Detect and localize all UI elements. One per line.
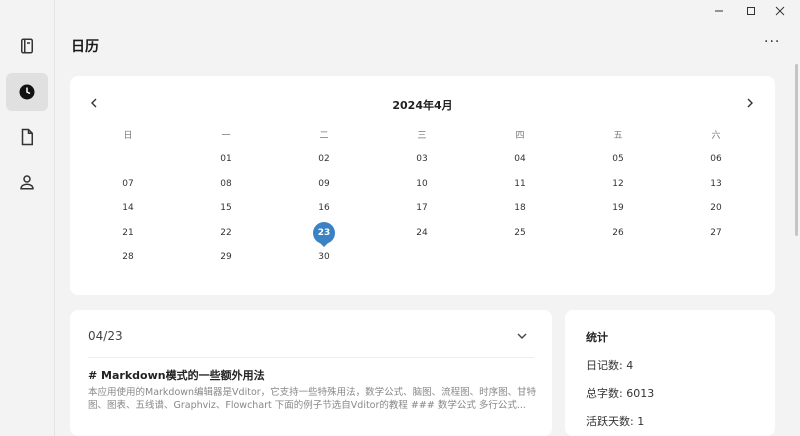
calendar-day[interactable]: 20 bbox=[696, 201, 736, 215]
calendar-day[interactable]: 28 bbox=[108, 250, 148, 264]
stats-title: 统计 bbox=[586, 331, 608, 344]
sidebar bbox=[0, 0, 55, 436]
calendar-day[interactable]: 19 bbox=[598, 201, 638, 215]
calendar-day[interactable]: 30 bbox=[304, 250, 344, 264]
stat-entry-count: 日记数: 4 bbox=[586, 359, 634, 372]
stat-word-count: 总字数: 6013 bbox=[586, 387, 655, 400]
calendar-day[interactable]: 08 bbox=[206, 177, 246, 191]
stat-active-days: 活跃天数: 1 bbox=[586, 415, 645, 428]
entry-preview: 本应用使用的Markdown编辑器是Vditor，它支持一些特殊用法，数学公式、… bbox=[88, 387, 537, 411]
calendar-day[interactable]: 13 bbox=[696, 177, 736, 191]
user-icon bbox=[20, 175, 34, 190]
sidebar-item-user[interactable] bbox=[6, 163, 48, 201]
calendar-day[interactable]: 10 bbox=[402, 177, 442, 191]
calendar-day[interactable]: 02 bbox=[304, 152, 344, 166]
calendar-day[interactable]: 03 bbox=[402, 152, 442, 166]
sidebar-item-calendar[interactable] bbox=[6, 73, 48, 111]
stats-card: 统计 日记数: 4 总字数: 6013 活跃天数: 1 bbox=[565, 310, 775, 436]
selected-day-pointer bbox=[320, 242, 328, 247]
weekday-label: 四 bbox=[515, 131, 525, 141]
scrollbar[interactable] bbox=[795, 64, 798, 236]
calendar-day[interactable]: 18 bbox=[500, 201, 540, 215]
calendar-day[interactable]: 06 bbox=[696, 152, 736, 166]
calendar-day[interactable]: 22 bbox=[206, 226, 246, 240]
calendar-day[interactable]: 26 bbox=[598, 226, 638, 240]
next-month-button[interactable] bbox=[741, 94, 759, 112]
entry-date: 04/23 bbox=[88, 329, 123, 343]
calendar-day[interactable]: 17 bbox=[402, 201, 442, 215]
maximize-icon bbox=[747, 7, 755, 15]
calendar-day[interactable]: 15 bbox=[206, 201, 246, 215]
divider bbox=[88, 357, 534, 358]
sidebar-item-file[interactable] bbox=[6, 118, 48, 156]
diary-entry-card[interactable]: 04/23 # Markdown模式的一些额外用法 本应用使用的Markdown… bbox=[70, 310, 552, 436]
calendar-card: 2024年4月 日 一 二 三 四 五 六 01 02 03 04 05 06 07 08 09 10 11 12 1… bbox=[70, 76, 775, 295]
weekday-label: 一 bbox=[221, 131, 231, 141]
calendar-day[interactable]: 04 bbox=[500, 152, 540, 166]
weekday-label: 六 bbox=[711, 131, 721, 141]
close-icon bbox=[775, 6, 785, 16]
notebook-icon bbox=[21, 38, 33, 54]
calendar-day[interactable]: 05 bbox=[598, 152, 638, 166]
weekday-label: 日 bbox=[123, 131, 133, 141]
close-button[interactable] bbox=[761, 0, 799, 22]
calendar-day[interactable]: 25 bbox=[500, 226, 540, 240]
calendar-day[interactable]: 11 bbox=[500, 177, 540, 191]
calendar-day[interactable]: 07 bbox=[108, 177, 148, 191]
chevron-right-icon bbox=[747, 98, 753, 108]
calendar-day[interactable]: 01 bbox=[206, 152, 246, 166]
page-title: 日历 bbox=[71, 39, 99, 55]
file-icon bbox=[21, 128, 33, 146]
calendar-day[interactable]: 29 bbox=[206, 250, 246, 264]
calendar-day[interactable]: 24 bbox=[402, 226, 442, 240]
weekday-label: 三 bbox=[417, 131, 427, 141]
weekday-label: 五 bbox=[613, 131, 623, 141]
calendar-day[interactable]: 16 bbox=[304, 201, 344, 215]
calendar-day[interactable]: 09 bbox=[304, 177, 344, 191]
weekday-label: 二 bbox=[319, 131, 329, 141]
chevron-down-icon[interactable] bbox=[515, 329, 529, 343]
calendar-day[interactable]: 27 bbox=[696, 226, 736, 240]
more-options-button[interactable]: ··· bbox=[764, 35, 784, 53]
clock-icon bbox=[19, 84, 35, 100]
calendar-day[interactable]: 21 bbox=[108, 226, 148, 240]
calendar-day-selected[interactable]: 23 bbox=[304, 226, 344, 240]
minimize-icon bbox=[715, 10, 723, 12]
month-label: 2024年4月 bbox=[392, 99, 453, 112]
entry-title: # Markdown模式的一些额外用法 bbox=[88, 369, 265, 382]
calendar-day[interactable]: 14 bbox=[108, 201, 148, 215]
calendar-day[interactable]: 12 bbox=[598, 177, 638, 191]
sidebar-item-notebook[interactable] bbox=[6, 27, 48, 65]
